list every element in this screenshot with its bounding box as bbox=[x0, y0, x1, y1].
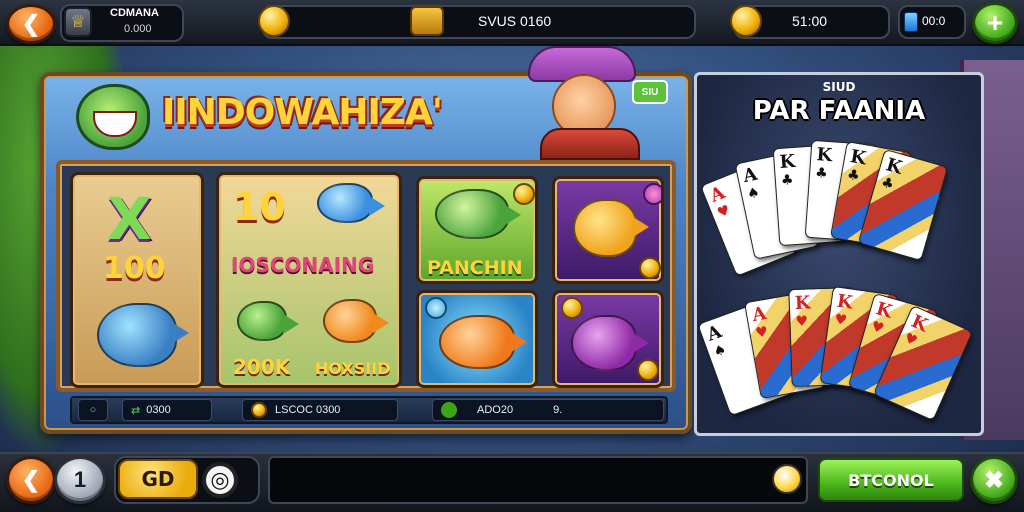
lock-icon bbox=[441, 402, 457, 418]
coin-icon bbox=[251, 402, 267, 418]
level-badge[interactable]: 1 bbox=[54, 456, 106, 504]
game-tile-panchin[interactable]: PANCHIN bbox=[416, 176, 538, 284]
coin-icon bbox=[258, 5, 290, 37]
chevron-left-icon: ❮ bbox=[21, 11, 41, 36]
orange-fish-icon bbox=[439, 315, 527, 369]
game-tile-bonus[interactable]: 10 IOSCONAING 200K HOXSIID bbox=[216, 172, 402, 388]
game-tile-fish-purple[interactable] bbox=[552, 176, 664, 284]
chef-badge: SIU bbox=[632, 80, 668, 104]
puffer-fish-icon bbox=[97, 303, 189, 367]
game-tile-fish-clam[interactable] bbox=[552, 290, 664, 388]
plus-icon: + bbox=[986, 7, 1004, 38]
chef-body bbox=[540, 128, 640, 160]
add-currency-button[interactable]: + bbox=[972, 2, 1018, 44]
info-strip: ○ ⇄ 0300 LSCOC 0300 ADO20 9. bbox=[70, 396, 668, 424]
secondary-balance-value: 51:00 bbox=[792, 13, 828, 29]
back-button[interactable]: ❮ bbox=[6, 4, 56, 44]
close-icon: ✖ bbox=[983, 466, 1005, 494]
target-icon: ◎ bbox=[210, 467, 230, 492]
chat-input[interactable] bbox=[268, 456, 808, 504]
tile-multiplier-value: 100 bbox=[103, 251, 166, 286]
main-balance-value: SVUS 0160 bbox=[478, 13, 552, 29]
heart-icon: ♥ bbox=[901, 330, 920, 350]
tile-bonus-number: 10 bbox=[233, 185, 286, 229]
info-stat-3: ADO20 9. bbox=[432, 399, 664, 421]
coin-icon bbox=[639, 257, 661, 279]
card-game-title: PAR FAANIA bbox=[752, 96, 926, 126]
tile-bonus-extra: HOXSIID bbox=[315, 359, 391, 378]
bet-button[interactable]: GD bbox=[118, 459, 198, 499]
action-button[interactable]: BTCONOL bbox=[818, 458, 964, 502]
game-tile-multiplier[interactable]: X 100 bbox=[70, 172, 204, 388]
green-fish-icon bbox=[237, 301, 299, 341]
target-button[interactable]: ◎ bbox=[202, 462, 238, 498]
card-game-subtitle: SIUD bbox=[822, 80, 856, 94]
gems-value: 00:0 bbox=[922, 14, 946, 28]
clam-monster-icon bbox=[571, 315, 649, 371]
game-title: IINDOWAHIZA' bbox=[162, 91, 443, 133]
tile-panchin-label: PANCHIN bbox=[427, 257, 523, 279]
star-icon bbox=[425, 297, 447, 319]
trophy-icon: ♕ bbox=[64, 7, 92, 37]
coin-icon bbox=[561, 297, 583, 319]
mascot-fish-icon bbox=[76, 84, 150, 150]
coin-icon bbox=[637, 359, 659, 381]
tile-bonus-amount: 200K bbox=[233, 355, 291, 379]
club-icon: ♣ bbox=[879, 174, 896, 194]
orange-fish-icon bbox=[323, 299, 389, 343]
green-fish-icon bbox=[435, 189, 521, 239]
info-stat-2: LSCOC 0300 bbox=[242, 399, 398, 421]
coin-icon bbox=[730, 5, 762, 37]
coin-icon bbox=[513, 183, 535, 205]
gem-icon bbox=[904, 12, 918, 32]
chevron-left-icon: ❮ bbox=[21, 467, 41, 492]
egg-avatar-icon bbox=[772, 464, 802, 494]
blue-fish-icon bbox=[317, 183, 385, 223]
star-icon bbox=[643, 183, 661, 205]
profile-id: 0.000 bbox=[124, 23, 152, 35]
yellow-fish-icon bbox=[573, 199, 649, 257]
close-button[interactable]: ✖ bbox=[970, 456, 1018, 504]
chest-icon bbox=[410, 6, 444, 36]
profile-name: CDMANA bbox=[110, 7, 159, 19]
tile-bonus-label: IOSCONAING bbox=[231, 253, 375, 277]
info-menu-button[interactable]: ○ bbox=[78, 399, 108, 421]
info-stat-1: ⇄ 0300 bbox=[122, 399, 212, 421]
game-tile-fish-water[interactable] bbox=[416, 290, 538, 388]
bottom-back-button[interactable]: ❮ bbox=[6, 456, 56, 504]
tile-multiplier-symbol: X bbox=[107, 185, 152, 253]
arrows-icon: ⇄ bbox=[131, 404, 141, 417]
